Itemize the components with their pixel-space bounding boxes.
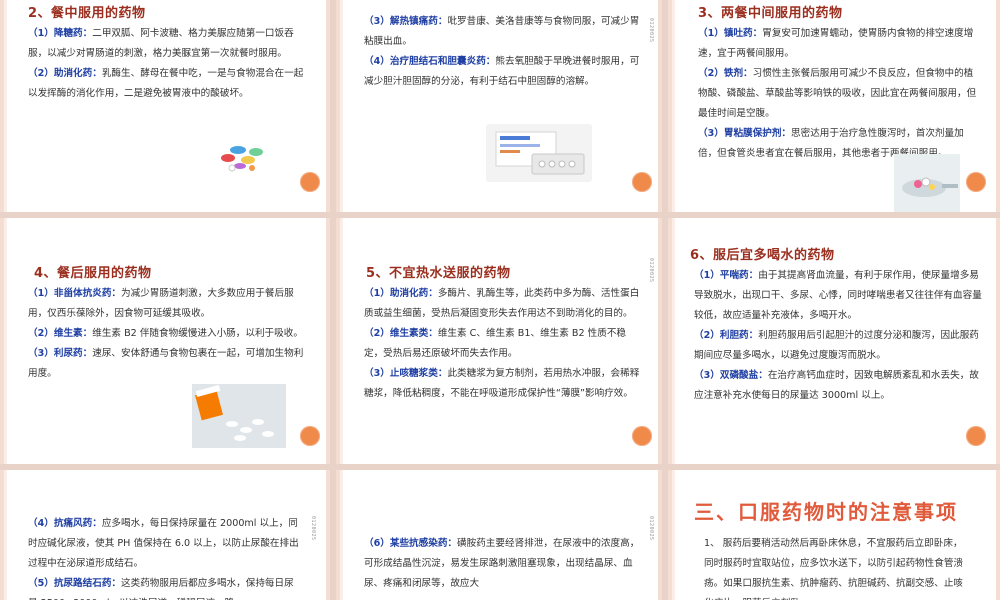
keyword: （3）止咳糖浆类： xyxy=(364,368,448,379)
nav-dot[interactable] xyxy=(966,426,986,446)
paragraph: （1）降糖药：二甲双胍、阿卡波糖、格力美脲应随第一口饭吞服，以减少对胃肠道的刺激… xyxy=(28,24,304,64)
paragraph: （2）利胆药：利胆药服用后引起胆汁的过度分泌和腹泻，因此服药期间应尽量多喝水，以… xyxy=(694,326,984,366)
slide-body: （1）助消化药：多酶片、乳酶生等，此类药中多为酶、活性蛋白质或益生细菌，受热后凝… xyxy=(364,284,640,404)
nav-dot[interactable] xyxy=(632,172,652,192)
slide-body: 1、 服药后要稍活动然后再卧床休息，不宜服药后立即卧床，同时服药时宜取站位，应多… xyxy=(704,534,966,600)
keyword: （1）助消化药： xyxy=(364,288,438,299)
medicine-box-image xyxy=(486,124,592,182)
slide-body: （1）降糖药：二甲双胍、阿卡波糖、格力美脲应随第一口饭吞服，以减少对胃肠道的刺激… xyxy=(28,24,304,104)
keyword: （2）铁剂： xyxy=(698,68,753,79)
slide-2-meal-time-drugs[interactable]: 2、餐中服用的药物 （1）降糖药：二甲双胍、阿卡波糖、格力美脲应随第一口饭吞服，… xyxy=(0,0,330,212)
keyword: （1）降糖药： xyxy=(28,28,93,39)
capsules-pills-image xyxy=(218,138,266,174)
keyword: （2）维生素类： xyxy=(364,328,438,339)
slide-2-continued[interactable]: （3）解热镇痛药：吡罗昔康、美洛昔康等与食物同服，可减少胃粘膜出血。 （4）治疗… xyxy=(336,0,662,212)
paragraph: （5）抗尿路结石药：这类药物服用后都应多喝水，保持每日尿量 2500~3000m… xyxy=(28,574,300,600)
keyword: （3）利尿药： xyxy=(28,348,93,359)
keyword: （5）抗尿路结石药： xyxy=(28,578,122,589)
slide-title: 5、不宜热水送服的药物 xyxy=(366,266,511,281)
keyword: （2）维生素： xyxy=(28,328,93,339)
paragraph: （2）维生素类：维生素 C、维生素 B1、维生素 B2 性质不稳定，受热后易还原… xyxy=(364,324,640,364)
paragraph: （1）助消化药：多酶片、乳酶生等，此类药中多为酶、活性蛋白质或益生细菌，受热后凝… xyxy=(364,284,640,324)
slide-side-number: 0120025 xyxy=(648,18,654,43)
nav-dot[interactable] xyxy=(300,426,320,446)
slide-section-3-precautions[interactable]: 三、口服药物时的注意事项 1、 服药后要稍活动然后再卧床休息，不宜服药后立即卧床… xyxy=(668,470,1000,600)
slide-side-number: 0120025 xyxy=(310,516,316,541)
keyword: （1）平喘药： xyxy=(694,270,759,281)
paragraph: （3）解热镇痛药：吡罗昔康、美洛昔康等与食物同服，可减少胃粘膜出血。 xyxy=(364,12,640,52)
paragraph: （2）铁剂：习惯性主张餐后服用可减少不良反应，但食物中的植物酸、磷酸盐、草酸盐等… xyxy=(698,64,980,124)
slide-title: 4、餐后服用的药物 xyxy=(34,266,152,281)
keyword: （3）解热镇痛药： xyxy=(364,16,448,27)
paragraph: （3）利尿药：速尿、安体舒通与食物包裹在一起，可增加生物利用度。 xyxy=(28,344,308,384)
paragraph: （6）某些抗感染药：磺胺药主要经肾排泄，在尿液中的浓度高，可形成结晶性沉淀，易发… xyxy=(364,534,640,594)
keyword: （6）某些抗感染药： xyxy=(364,538,458,549)
pills-spoon-image xyxy=(894,154,960,212)
paragraph: （3）双磷酸盐：在治疗高钙血症时，因致电解质紊乱和水丢失，故应注意补充水使每日的… xyxy=(694,366,984,406)
slide-3-between-meals-drugs[interactable]: 3、两餐中间服用的药物 （1）镇吐药：胃复安可加速胃蠕动，使胃肠内食物的排空速度… xyxy=(668,0,1000,212)
paragraph: （2）助消化药：乳酶生、酵母在餐中吃，一是与食物混合在一起以发挥酶的消化作用，二… xyxy=(28,64,304,104)
slide-body: （3）解热镇痛药：吡罗昔康、美洛昔康等与食物同服，可减少胃粘膜出血。 （4）治疗… xyxy=(364,12,640,92)
slide-title: 3、两餐中间服用的药物 xyxy=(698,6,843,21)
slide-side-number: 0120025 xyxy=(648,258,654,283)
paragraph: （4）治疗胆结石和胆囊炎药：熊去氧胆酸于早晚进餐时服用，可减少胆汁胆固醇的分泌，… xyxy=(364,52,640,92)
slide-title: 6、服后宜多喝水的药物 xyxy=(690,248,835,263)
slide-body: （1）非甾体抗炎药：为减少胃肠道刺激，大多数应用于餐后服用，仅西乐葆除外，因食物… xyxy=(28,284,308,384)
nav-dot[interactable] xyxy=(300,172,320,192)
slide-title: 2、餐中服用的药物 xyxy=(28,6,146,21)
paragraph: （3）止咳糖浆类：此类糖浆为复方制剂，若用热水冲服，会稀释糖浆，降低粘稠度，不能… xyxy=(364,364,640,404)
slide-body: （6）某些抗感染药：磺胺药主要经肾排泄，在尿液中的浓度高，可形成结晶性沉淀，易发… xyxy=(364,534,640,594)
slide-5-no-hot-water-drugs[interactable]: 5、不宜热水送服的药物 （1）助消化药：多酶片、乳酶生等，此类药中多为酶、活性蛋… xyxy=(336,218,662,464)
paragraph-text: 维生素 B2 伴随食物缓慢进入小肠，以利于吸收。 xyxy=(92,328,303,339)
paragraph: （1）镇吐药：胃复安可加速胃蠕动，使胃肠内食物的排空速度增速，宜于两餐间服用。 xyxy=(698,24,980,64)
paragraph: （4）抗痛风药：应多喝水，每日保持尿量在 2000ml 以上，同时应碱化尿液，使… xyxy=(28,514,300,574)
section-title: 三、口服药物时的注意事项 xyxy=(694,500,958,524)
paragraph: （1）非甾体抗炎药：为减少胃肠道刺激，大多数应用于餐后服用，仅西乐葆除外，因食物… xyxy=(28,284,308,324)
keyword: （1）镇吐药： xyxy=(698,28,763,39)
nav-dot[interactable] xyxy=(632,426,652,446)
pill-bottle-image xyxy=(192,384,286,448)
slide-6-continued-b[interactable]: （6）某些抗感染药：磺胺药主要经肾排泄，在尿液中的浓度高，可形成结晶性沉淀，易发… xyxy=(336,470,662,600)
nav-dot[interactable] xyxy=(966,172,986,192)
keyword: （2）助消化药： xyxy=(28,68,102,79)
slide-6-drink-more-water-drugs[interactable]: 6、服后宜多喝水的药物 （1）平喘药：由于其提高肾血流量，有利于尿作用，使尿量增… xyxy=(668,218,1000,464)
slide-body: （1）平喘药：由于其提高肾血流量，有利于尿作用，使尿量增多易导致脱水，出现口干、… xyxy=(694,266,984,406)
slide-body: （1）镇吐药：胃复安可加速胃蠕动，使胃肠内食物的排空速度增速，宜于两餐间服用。 … xyxy=(698,24,980,164)
paragraph: （1）平喘药：由于其提高肾血流量，有利于尿作用，使尿量增多易导致脱水，出现口干、… xyxy=(694,266,984,326)
keyword: （2）利胆药： xyxy=(694,330,759,341)
keyword: （3）双磷酸盐： xyxy=(694,370,768,381)
keyword: （4）抗痛风药： xyxy=(28,518,102,529)
keyword: （1）非甾体抗炎药： xyxy=(28,288,122,299)
slide-4-after-meal-drugs[interactable]: 4、餐后服用的药物 （1）非甾体抗炎药：为减少胃肠道刺激，大多数应用于餐后服用，… xyxy=(0,218,330,464)
paragraph: （2）维生素：维生素 B2 伴随食物缓慢进入小肠，以利于吸收。 xyxy=(28,324,308,344)
keyword: （3）胃粘膜保护剂： xyxy=(698,128,792,139)
slide-body: （4）抗痛风药：应多喝水，每日保持尿量在 2000ml 以上，同时应碱化尿液，使… xyxy=(28,514,300,600)
slide-side-number: 0120025 xyxy=(648,516,654,541)
keyword: （4）治疗胆结石和胆囊炎药： xyxy=(364,56,496,67)
paragraph-text: 1、 服药后要稍活动然后再卧床休息，不宜服药后立即卧床，同时服药时宜取站位，应多… xyxy=(704,538,964,600)
slide-6-continued-a[interactable]: （4）抗痛风药：应多喝水，每日保持尿量在 2000ml 以上，同时应碱化尿液，使… xyxy=(0,470,330,600)
paragraph: 1、 服药后要稍活动然后再卧床休息，不宜服药后立即卧床，同时服药时宜取站位，应多… xyxy=(704,534,966,600)
